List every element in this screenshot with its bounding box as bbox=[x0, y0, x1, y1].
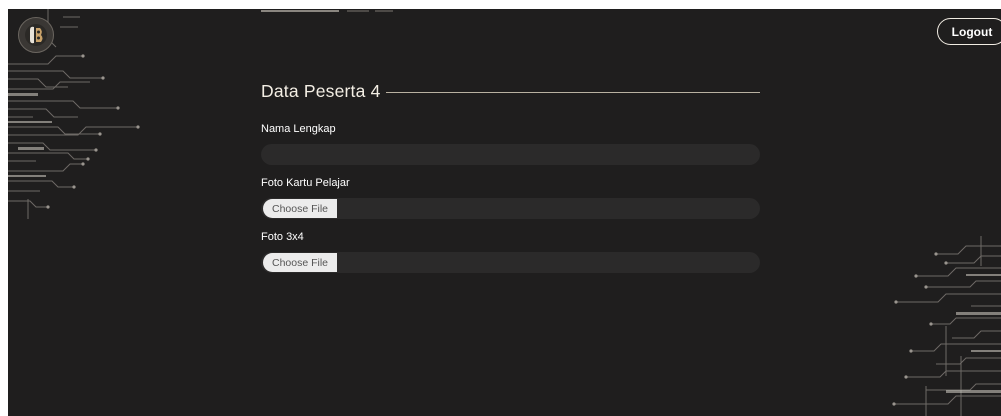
logo[interactable] bbox=[18, 17, 54, 53]
circuit-decoration-right bbox=[892, 236, 1001, 416]
logout-button[interactable]: Logout bbox=[937, 18, 1001, 45]
top-scrolled-text-fragment bbox=[261, 9, 421, 13]
field-label-foto-3x4: Foto 3x4 bbox=[261, 231, 304, 243]
nama-lengkap-input[interactable] bbox=[261, 144, 760, 165]
foto-kartu-pelajar-file-input[interactable]: Choose File bbox=[261, 198, 760, 219]
page-frame: Logout Data Peserta 4 Nama Lengkap Foto … bbox=[8, 9, 1001, 416]
section-divider bbox=[385, 91, 760, 93]
section-header: Data Peserta 4 bbox=[261, 79, 760, 103]
circuit-logo-icon bbox=[25, 24, 47, 46]
field-label-nama-lengkap: Nama Lengkap bbox=[261, 123, 336, 135]
choose-file-button[interactable]: Choose File bbox=[263, 253, 337, 272]
section-title: Data Peserta 4 bbox=[261, 80, 381, 101]
choose-file-button[interactable]: Choose File bbox=[263, 199, 337, 218]
field-label-foto-kartu-pelajar: Foto Kartu Pelajar bbox=[261, 177, 350, 189]
foto-3x4-file-input[interactable]: Choose File bbox=[261, 252, 760, 273]
participant-form: Data Peserta 4 Nama Lengkap Foto Kartu P… bbox=[261, 79, 760, 273]
